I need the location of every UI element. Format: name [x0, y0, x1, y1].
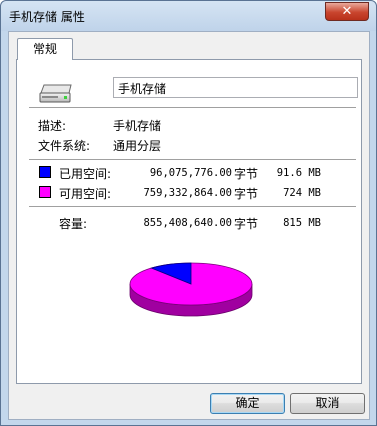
cancel-button[interactable]: 取消 — [290, 393, 365, 414]
disk-usage-pie — [129, 262, 253, 317]
description-label: 描述: — [38, 119, 67, 133]
free-space-human: 724 MB — [283, 187, 321, 199]
dialog-client-area: 常规 手机存储 描述: 手机存储 文件系统: 通用分层 已用空间: 96,075… — [8, 31, 370, 420]
capacity-unit: 字节 — [234, 217, 259, 231]
close-button[interactable]: ✕ — [325, 2, 369, 21]
properties-window: 手机存储 属性 ✕ 常规 手机存储 描述: 手机存储 文件系统: 通用分层 已用… — [0, 0, 377, 426]
drive-icon — [39, 84, 72, 103]
ok-button[interactable]: 确定 — [210, 393, 285, 414]
capacity-bytes: 855,408,640.00 — [143, 217, 232, 229]
used-space-human: 91.6 MB — [276, 167, 321, 179]
filesystem-label: 文件系统: — [38, 139, 91, 153]
capacity-label: 容量: — [59, 217, 88, 231]
separator — [29, 107, 356, 109]
separator — [29, 206, 356, 208]
description-value: 手机存储 — [113, 119, 162, 133]
window-title: 手机存储 属性 — [9, 10, 85, 24]
filesystem-value: 通用分层 — [113, 139, 162, 153]
tab-panel-general: 手机存储 描述: 手机存储 文件系统: 通用分层 已用空间: 96,075,77… — [16, 59, 362, 384]
used-space-label: 已用空间: — [59, 167, 112, 181]
used-space-bytes: 96,075,776.00 — [149, 167, 232, 179]
free-space-unit: 字节 — [234, 187, 259, 201]
free-space-swatch — [39, 186, 51, 198]
free-space-bytes: 759,332,864.00 — [143, 187, 232, 199]
close-icon: ✕ — [341, 4, 353, 19]
used-space-swatch — [39, 166, 51, 178]
separator — [29, 159, 356, 161]
used-space-unit: 字节 — [234, 167, 259, 181]
free-space-label: 可用空间: — [59, 187, 112, 201]
capacity-human: 815 MB — [283, 217, 321, 229]
title-bar[interactable]: 手机存储 属性 ✕ — [1, 1, 376, 31]
device-name-field[interactable]: 手机存储 — [113, 77, 358, 98]
tab-general[interactable]: 常规 — [17, 38, 73, 60]
